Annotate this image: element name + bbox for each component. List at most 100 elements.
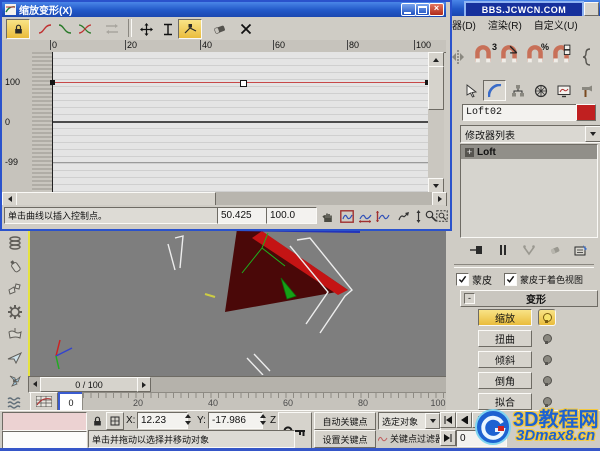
app-titlebar-button[interactable] [584,2,599,16]
selection-filter-arrow[interactable] [425,413,440,429]
reactor-cloth-icon[interactable] [3,323,26,346]
configure-modifier-sets-button[interactable] [570,240,592,260]
percent-snap-toggle-icon[interactable]: % [524,42,550,71]
absolute-mode-toggle[interactable] [106,412,124,430]
go-to-end-button[interactable] [440,430,456,446]
deformation-curve-plot[interactable] [50,52,430,192]
snap-toggle-3d-icon[interactable]: 3 [472,42,498,71]
teeter-light-toggle[interactable] [538,351,556,368]
graph-vertical-scrollbar[interactable] [428,52,444,193]
zoom-region-icon[interactable] [435,206,449,226]
bevel-deform-button[interactable]: 倒角 [478,372,532,389]
control-point-start[interactable] [50,80,55,85]
command-tab-utilities[interactable] [575,80,598,101]
reactor-bottle-icon[interactable] [3,254,26,277]
reactor-water-icon[interactable] [3,391,26,412]
control-point-middle-selected[interactable] [240,80,247,87]
swap-deform-curves-button[interactable] [100,19,124,39]
set-key-button[interactable]: 设置关键点 [314,430,376,448]
y-spinner[interactable] [259,412,268,427]
command-tab-display[interactable] [552,80,575,101]
dialog-maximize-button[interactable] [415,3,430,16]
make-unique-button[interactable] [518,240,540,260]
graph-horizontal-scrollbar[interactable] [2,192,447,206]
deformations-rollout-header[interactable]: - 变形 [460,290,598,307]
delete-control-point-button[interactable] [208,19,230,39]
time-slider-next-button[interactable] [137,377,151,392]
go-to-start-button[interactable] [440,412,456,428]
previous-frame-button[interactable] [456,412,472,428]
skin-checkbox-box[interactable] [456,272,469,286]
scale-control-point-button[interactable] [158,19,178,39]
point-x-position-field[interactable]: 50.425 [217,207,268,224]
bevel-light-toggle[interactable] [538,372,556,389]
pin-stack-button[interactable] [466,240,488,260]
rollout-collapse-icon[interactable]: - [464,293,475,304]
auto-key-button[interactable]: 自动关键点 [314,412,376,430]
scale-light-toggle[interactable] [538,309,556,326]
display-y-axis-button[interactable] [54,19,76,39]
scroll-up-button[interactable] [428,52,444,67]
stack-item-loft[interactable]: + Loft [461,145,597,159]
vertical-scroll-thumb[interactable] [428,66,444,110]
move-control-point-button[interactable] [134,19,158,39]
display-x-axis-button[interactable] [34,19,56,39]
horizontal-scroll-thumb[interactable] [16,192,216,206]
selection-filter-dropdown[interactable]: 选定对象 [378,412,441,430]
menu-item-rendering[interactable]: 渲染(R) [482,17,528,32]
show-end-result-button[interactable] [492,240,514,260]
maxscript-mini-listener-pink[interactable] [2,412,87,431]
stack-expand-icon[interactable]: + [465,147,474,157]
command-tab-modify[interactable] [483,80,506,101]
x-spinner[interactable] [184,412,193,427]
command-tab-motion[interactable] [529,80,552,101]
skin-shaded-checkbox-box[interactable] [504,272,517,286]
x-coordinate-field[interactable]: 12.23 [137,412,188,429]
reactor-spring-icon[interactable] [3,231,26,254]
reactor-fan-icon[interactable] [3,369,26,392]
track-bar[interactable]: 20 40 60 80 100 [82,392,458,411]
dialog-title-bar[interactable]: 缩放变形(X) × [2,2,446,17]
spinner-snap-toggle-icon[interactable] [550,43,576,71]
scale-deform-button[interactable]: 缩放 [478,309,532,326]
zoom-horizontal-extents-icon[interactable] [355,206,375,226]
dialog-minimize-button[interactable] [401,3,416,16]
menu-item-customize[interactable]: 自定义(U) [528,17,584,32]
object-color-swatch[interactable] [576,104,596,121]
skin-checkbox[interactable]: 蒙皮 [456,272,492,287]
open-mini-curve-editor-button[interactable] [30,392,58,411]
command-tab-hierarchy[interactable] [506,80,529,101]
point-y-value-field[interactable]: 100.0 [266,207,317,224]
keyboard-shortcut-override-icon[interactable] [578,43,598,71]
modifier-list-arrow[interactable] [585,126,600,142]
teeter-deform-button[interactable]: 倾斜 [478,351,532,368]
reset-curve-button[interactable] [234,19,258,39]
insert-corner-point-button[interactable] [178,19,202,39]
time-slider-thumb[interactable]: 0 / 100 [40,377,138,392]
display-xy-axes-button[interactable] [74,19,96,39]
time-slider-track[interactable]: 0 / 100 [28,376,458,393]
scroll-right-button[interactable] [432,192,447,206]
zoom-vertical-extents-icon[interactable] [373,206,393,226]
scroll-down-button[interactable] [428,178,444,193]
selection-lock-toggle[interactable] [88,412,106,430]
remove-modifier-button[interactable] [544,240,566,260]
time-slider-prev-button[interactable] [29,377,40,390]
command-tab-create[interactable] [460,80,483,101]
skin-shaded-checkbox[interactable]: 蒙皮于着色视图 [504,272,583,286]
modifier-list-dropdown[interactable]: 修改器列表 [460,125,600,143]
reactor-gear-icon[interactable] [3,300,26,323]
pan-hand-icon[interactable] [318,206,338,226]
dialog-close-button[interactable]: × [429,3,444,16]
twist-deform-button[interactable]: 扭曲 [478,330,532,347]
angle-snap-toggle-icon[interactable] [498,43,524,71]
scroll-left-button[interactable] [2,192,17,206]
y-coordinate-field[interactable]: -17.986 [208,412,263,429]
reactor-plane-icon[interactable] [3,346,26,369]
twist-light-toggle[interactable] [538,330,556,347]
make-symmetrical-button[interactable] [6,19,30,39]
object-name-field[interactable]: Loft02 [462,104,577,121]
zoom-extents-icon[interactable] [337,206,357,226]
modifier-stack-list[interactable]: + Loft [460,144,598,238]
reactor-fragment-icon[interactable] [3,277,26,300]
